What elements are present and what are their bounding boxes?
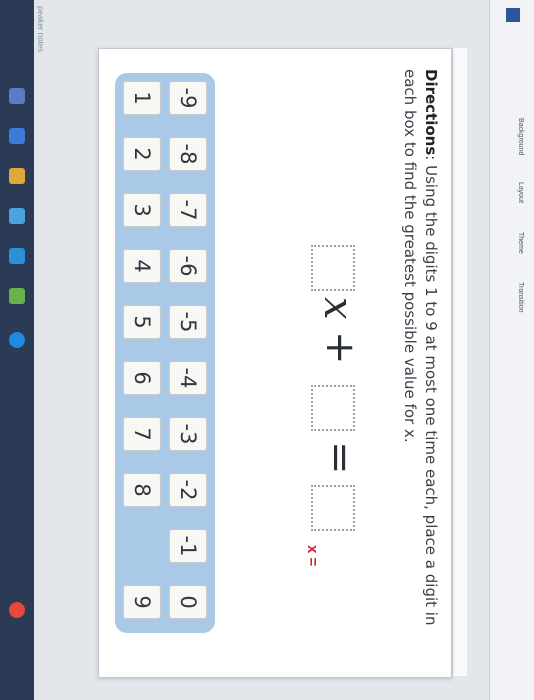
ribbon-layout-label[interactable]: Layout — [517, 182, 524, 203]
tile-pos-4[interactable]: 4 — [123, 249, 161, 283]
equation-plus: + — [317, 331, 363, 365]
tile-neg-4[interactable]: -4 — [169, 361, 207, 395]
tile-pos-2[interactable]: 2 — [123, 137, 161, 171]
digit-tile-tray: -9 -8 -7 -6 -5 -4 -3 -2 -1 0 1 2 3 4 5 6… — [115, 73, 215, 633]
tile-neg-2[interactable]: -2 — [169, 473, 207, 507]
settings-icon[interactable] — [9, 88, 25, 104]
tile-pos-1[interactable]: 1 — [123, 81, 161, 115]
tile-neg-9[interactable]: -9 — [169, 81, 207, 115]
ribbon-transition-label[interactable]: Transition — [517, 282, 524, 312]
ruler — [452, 48, 467, 676]
directions-text: Directions: Using the digits 1 to 9 at m… — [399, 69, 441, 629]
equation-equals: = — [317, 441, 363, 475]
answer-x-label: x = — [304, 545, 321, 567]
directions-heading: Directions — [422, 69, 440, 156]
ribbon-theme-label[interactable]: Theme — [517, 232, 524, 254]
tile-neg-3[interactable]: -3 — [169, 417, 207, 451]
tile-pos-5[interactable]: 5 — [123, 305, 161, 339]
tile-pos-7[interactable]: 7 — [123, 417, 161, 451]
ribbon-toolbar: Background Layout Theme Transition — [489, 0, 534, 700]
coefficient-box[interactable] — [311, 245, 355, 291]
tile-neg-7[interactable]: -7 — [169, 193, 207, 227]
tile-neg-6[interactable]: -6 — [169, 249, 207, 283]
constant-box[interactable] — [311, 385, 355, 431]
tile-neg-8[interactable]: -8 — [169, 137, 207, 171]
tile-pos-8[interactable]: 8 — [123, 473, 161, 507]
store-icon[interactable] — [9, 128, 25, 144]
slide-content: Directions: Using the digits 1 to 9 at m… — [99, 49, 451, 677]
gear-icon[interactable] — [9, 208, 25, 224]
chrome-icon[interactable] — [9, 602, 25, 618]
tile-neg-1[interactable]: -1 — [169, 529, 207, 563]
edge-icon[interactable] — [9, 332, 25, 348]
tile-pos-6[interactable]: 6 — [123, 361, 161, 395]
mail-icon[interactable] — [9, 248, 25, 264]
tile-zero[interactable]: 0 — [169, 585, 207, 619]
app-icon[interactable] — [9, 168, 25, 184]
tile-pos-9[interactable]: 9 — [123, 585, 161, 619]
ribbon-home-icon[interactable] — [506, 8, 520, 22]
taskbar — [0, 0, 34, 700]
chat-icon[interactable] — [9, 288, 25, 304]
equation-variable: x — [315, 297, 361, 320]
speaker-notes-label[interactable]: peaker notes — [36, 6, 45, 52]
slide-canvas: Directions: Using the digits 1 to 9 at m… — [98, 48, 452, 678]
tile-pos-3[interactable]: 3 — [123, 193, 161, 227]
ribbon-background-label[interactable]: Background — [517, 118, 524, 155]
result-box[interactable] — [311, 485, 355, 531]
tile-neg-5[interactable]: -5 — [169, 305, 207, 339]
